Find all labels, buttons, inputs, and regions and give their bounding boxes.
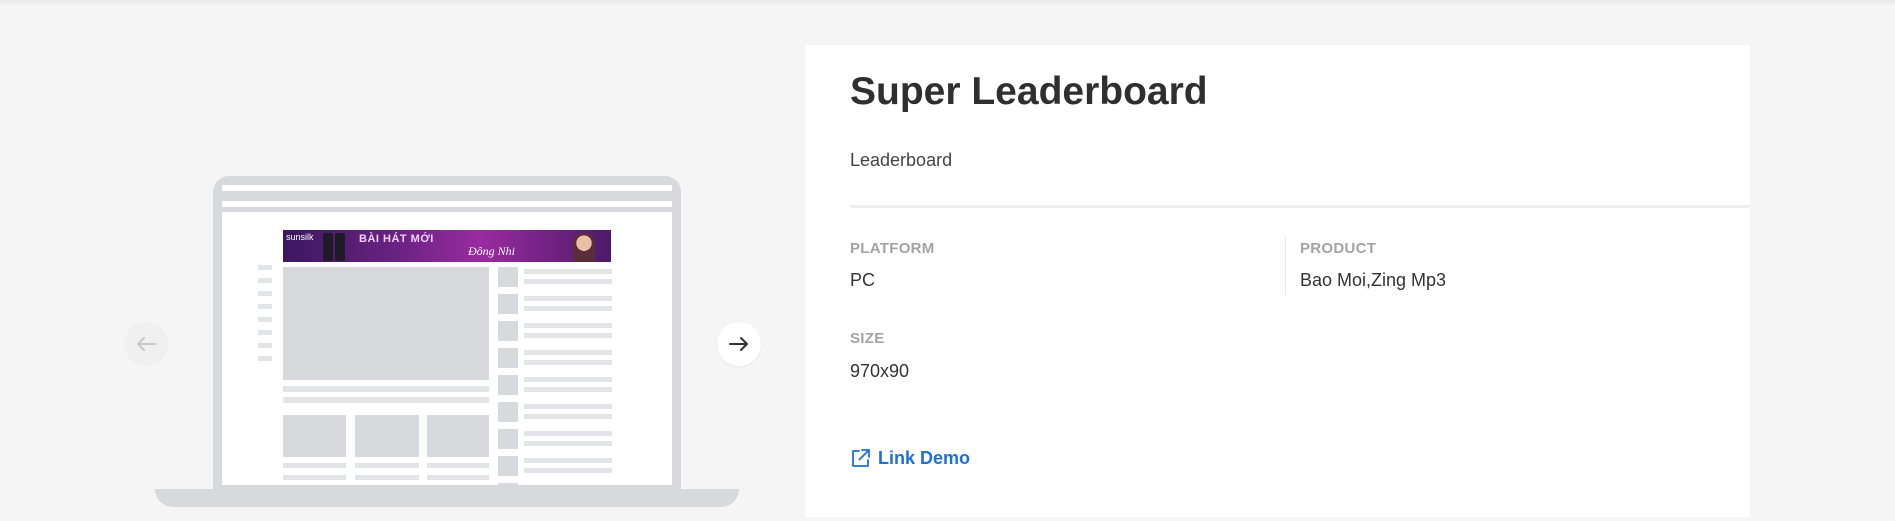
sidebar-thumb-placeholder [498,402,518,422]
sidebar-line-placeholder [524,377,612,382]
ad-product-image [323,233,333,261]
main-content-placeholder [283,267,489,380]
text-line-placeholder [283,397,489,403]
text-line-placeholder [427,475,489,480]
left-nav-line [258,356,272,361]
previous-button[interactable] [124,322,168,366]
sidebar-line-placeholder [524,414,612,419]
external-link-icon [852,449,870,467]
site-header-bar [222,191,672,201]
sidebar-thumb-placeholder [498,429,518,449]
site-nav-bar [222,207,672,212]
left-nav-line [258,291,272,296]
sidebar-thumb-placeholder [498,375,518,395]
sidebar-thumb-placeholder [498,294,518,314]
sidebar-thumb-placeholder [498,348,518,368]
sidebar-line-placeholder [524,431,612,436]
ad-brand-logo: sunsilk [286,232,314,242]
ad-artist-image [573,233,595,262]
product-label: PRODUCT [1300,240,1377,257]
next-button[interactable] [717,322,761,366]
left-nav-line [258,343,272,348]
size-value: 970x90 [850,361,910,381]
leaderboard-ad-banner: sunsilk BÀI HÁT MỚI Đông Nhi [283,230,611,262]
ad-details-card: Super Leaderboard Leaderboard PLATFORM P… [805,45,1750,517]
sidebar-line-placeholder [524,333,612,338]
laptop-mockup: sunsilk BÀI HÁT MỚI Đông Nhi [213,176,681,490]
ad-format-category: Leaderboard [850,150,953,170]
sidebar-thumb-placeholder [498,483,518,485]
text-line-placeholder [355,463,419,468]
ad-headline: BÀI HÁT MỚI [359,233,434,245]
left-nav-line [258,265,272,270]
text-line-placeholder [355,475,419,480]
left-nav-line [258,304,272,309]
laptop-screen: sunsilk BÀI HÁT MỚI Đông Nhi [222,185,672,485]
left-nav-line [258,278,272,283]
sidebar-line-placeholder [524,468,612,473]
sidebar-line-placeholder [524,279,612,284]
card-placeholder [355,415,419,457]
left-nav-line [258,317,272,322]
ad-product-image [335,233,345,261]
platform-label: PLATFORM [850,240,935,257]
text-line-placeholder [427,463,489,468]
divider [850,205,1750,208]
platform-value: PC [850,270,876,290]
card-placeholder [283,415,346,457]
sidebar-line-placeholder [524,360,612,365]
ad-artist-name: Đông Nhi [468,244,516,258]
text-line-placeholder [283,386,489,392]
sidebar-line-placeholder [524,323,612,328]
ad-preview: sunsilk BÀI HÁT MỚI Đông Nhi [0,0,800,521]
arrow-right-icon [729,337,748,351]
size-label: SIZE [850,330,885,347]
arrow-left-icon [137,337,156,351]
sidebar-thumb-placeholder [498,267,518,287]
text-line-placeholder [283,463,346,468]
card-placeholder [427,415,489,457]
link-demo[interactable]: Link Demo [850,448,970,469]
sidebar-line-placeholder [524,350,612,355]
laptop-base [155,489,739,507]
sidebar-thumb-placeholder [498,456,518,476]
column-separator [1285,237,1286,295]
sidebar-line-placeholder [524,269,612,274]
sidebar-line-placeholder [524,458,612,463]
link-demo-label: Link Demo [878,448,971,468]
ad-format-title: Super Leaderboard [850,70,1208,113]
sidebar-line-placeholder [524,404,612,409]
sidebar-thumb-placeholder [498,321,518,341]
sidebar-line-placeholder [524,306,612,311]
sidebar-line-placeholder [524,441,612,446]
product-value: Bao Moi,Zing Mp3 [1300,270,1447,290]
sidebar-line-placeholder [524,296,612,301]
left-nav-line [258,330,272,335]
sidebar-line-placeholder [524,387,612,392]
text-line-placeholder [283,475,346,480]
